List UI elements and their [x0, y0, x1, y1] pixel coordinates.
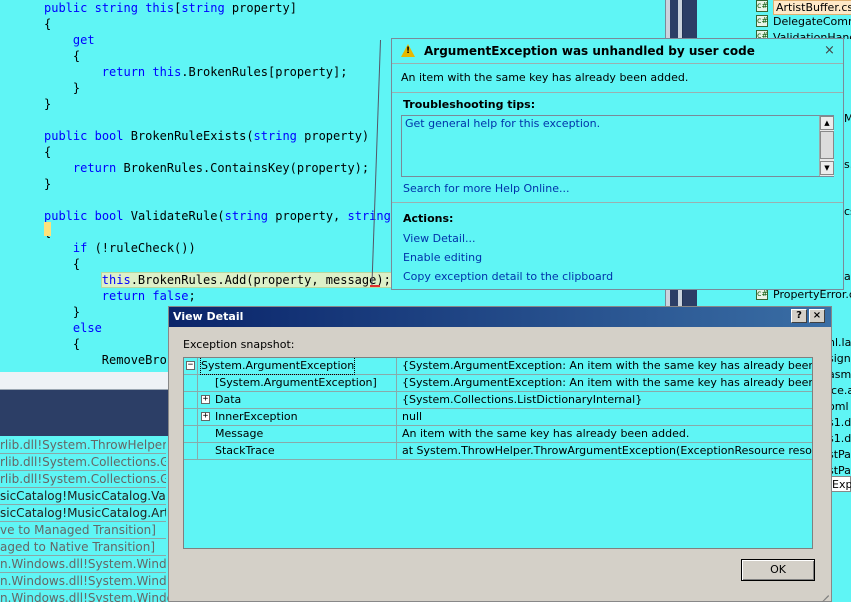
code-line[interactable]: {	[0, 224, 405, 240]
view-detail-titlebar[interactable]: View Detail ? ×	[169, 307, 831, 327]
code-line[interactable]: {	[0, 16, 405, 32]
grid-row-message[interactable]: Message An item with the same key has al…	[184, 426, 812, 443]
call-stack-row[interactable]: sicCatalog!MusicCatalog.ArtistBu	[0, 505, 166, 522]
code-line[interactable]	[0, 192, 405, 208]
call-stack-row[interactable]: n.Windows.dll!System.Window	[0, 573, 166, 590]
troubleshooting-tips-heading: Troubleshooting tips:	[403, 98, 536, 111]
call-stack-row[interactable]: n.Windows.dll!System.Window	[0, 556, 166, 573]
code-line[interactable]: public string this[string property]	[0, 0, 405, 16]
grid-cell-name: System.ArgumentException	[199, 358, 356, 375]
close-button[interactable]: ×	[809, 309, 825, 323]
code-line[interactable]: {	[0, 256, 405, 272]
csharp-file-icon: c#	[756, 0, 769, 12]
grid-cell-value: {System.ArgumentException: An item with …	[396, 358, 812, 375]
exception-title: ArgumentException was unhandled by user …	[424, 44, 755, 58]
code-line[interactable]: return BrokenRules.ContainsKey(property)…	[0, 160, 405, 176]
grid-cell-name: StackTrace	[215, 444, 275, 457]
exception-snapshot-label: Exception snapshot:	[183, 338, 295, 351]
code-line[interactable]: return this.BrokenRules[property];	[0, 64, 405, 80]
exception-snapshot-grid: − System.ArgumentException {System.Argum…	[183, 357, 813, 549]
call-stack-titlebar	[0, 390, 168, 436]
call-stack-row[interactable]: rlib.dll!System.Collections.Gene	[0, 471, 166, 488]
grid-cell-name: InnerException	[215, 410, 298, 423]
troubleshooting-tips-list: Get general help for this exception. ▲ ▼	[401, 115, 834, 177]
divider	[392, 202, 843, 203]
grid-cell-value: {System.ArgumentException: An item with …	[396, 375, 812, 392]
actions-heading: Actions:	[403, 212, 454, 225]
scroll-down-icon[interactable]: ▼	[820, 161, 834, 175]
view-detail-title: View Detail	[173, 310, 244, 323]
grid-cell-name: [System.ArgumentException]	[215, 376, 377, 389]
code-line[interactable]: }	[0, 80, 405, 96]
call-stack-row[interactable]: rlib.dll!System.Collections.Gene	[0, 454, 166, 471]
view-detail-dialog: View Detail ? × Exception snapshot: − Sy…	[168, 306, 832, 602]
close-icon[interactable]: ×	[824, 43, 835, 58]
grid-cell-name: Message	[215, 427, 264, 440]
grid-cell-name: Data	[215, 393, 242, 406]
solution-item-clipped[interactable]: al	[844, 270, 851, 283]
grid-row-argumentexception[interactable]: − System.ArgumentException {System.Argum…	[184, 358, 812, 375]
warning-icon: !	[401, 44, 415, 57]
code-line[interactable]: return false;	[0, 288, 405, 304]
exception-assistant-titlebar: ! ArgumentException was unhandled by use…	[392, 39, 843, 64]
grid-cell-value: null	[396, 409, 812, 426]
code-line[interactable]: {	[0, 144, 405, 160]
solution-item-clipped[interactable]: s.	[844, 158, 851, 171]
search-help-online-link[interactable]: Search for more Help Online...	[403, 182, 569, 195]
grid-cell-value: {System.Collections.ListDictionaryIntern…	[396, 392, 812, 409]
solution-item-delegatecommand[interactable]: DelegateComma	[773, 15, 851, 28]
call-stack-row[interactable]: sicCatalog!MusicCatalog.Validatio	[0, 488, 166, 505]
code-line[interactable]	[0, 112, 405, 128]
csharp-file-icon: c#	[756, 15, 769, 27]
solution-item-clipped[interactable]: cs	[844, 205, 851, 218]
enable-editing-link[interactable]: Enable editing	[403, 251, 482, 264]
grid-cell-value: An item with the same key has already be…	[396, 426, 812, 443]
code-line[interactable]: if (!ruleCheck())	[0, 240, 405, 256]
call-stack-row[interactable]: ve to Managed Transition]	[0, 522, 166, 539]
general-help-link[interactable]: Get general help for this exception.	[405, 117, 600, 130]
tips-scrollbar[interactable]: ▲ ▼	[819, 116, 834, 176]
call-stack-header	[0, 372, 168, 390]
ok-button[interactable]: OK	[741, 559, 815, 581]
solution-tab-label: Exp	[832, 478, 851, 491]
divider	[392, 92, 843, 93]
exception-assistant: ! ArgumentException was unhandled by use…	[391, 38, 844, 290]
solution-item-artistbuffer[interactable]: ArtistBuffer.cs	[773, 0, 851, 15]
resize-grip-icon[interactable]	[817, 585, 829, 602]
code-line[interactable]: }	[0, 96, 405, 112]
grid-row-data[interactable]: + Data {System.Collections.ListDictionar…	[184, 392, 812, 409]
call-stack-row[interactable]: aged to Native Transition]	[0, 539, 166, 556]
code-line[interactable]: public bool ValidateRule(string property…	[0, 208, 405, 224]
exception-message: An item with the same key has already be…	[401, 71, 689, 84]
copy-exception-detail-link[interactable]: Copy exception detail to the clipboard	[403, 270, 613, 283]
code-line[interactable]: public bool BrokenRuleExists(string prop…	[0, 128, 405, 144]
help-button[interactable]: ?	[791, 309, 807, 323]
brace-match-highlight	[44, 222, 51, 236]
code-line[interactable]: }	[0, 176, 405, 192]
code-line[interactable]: {	[0, 48, 405, 64]
scroll-up-icon[interactable]: ▲	[820, 116, 834, 130]
scroll-thumb[interactable]	[820, 131, 834, 159]
code-line[interactable]: this.BrokenRules.Add(property, message);	[0, 272, 405, 288]
grid-row-stacktrace[interactable]: StackTrace at System.ThrowHelper.ThrowAr…	[184, 443, 812, 460]
code-line[interactable]: get	[0, 32, 405, 48]
grid-row-inner-argumentexception[interactable]: [System.ArgumentException] {System.Argum…	[184, 375, 812, 392]
solution-item-clipped[interactable]: Mo	[844, 112, 851, 125]
view-detail-link[interactable]: View Detail...	[403, 232, 476, 245]
call-stack-row[interactable]: rlib.dll!System.ThrowHelper.Thr	[0, 437, 166, 454]
grid-row-innerexception[interactable]: + InnerException null	[184, 409, 812, 426]
grid-cell-value: at System.ThrowHelper.ThrowArgumentExcep…	[396, 443, 812, 460]
